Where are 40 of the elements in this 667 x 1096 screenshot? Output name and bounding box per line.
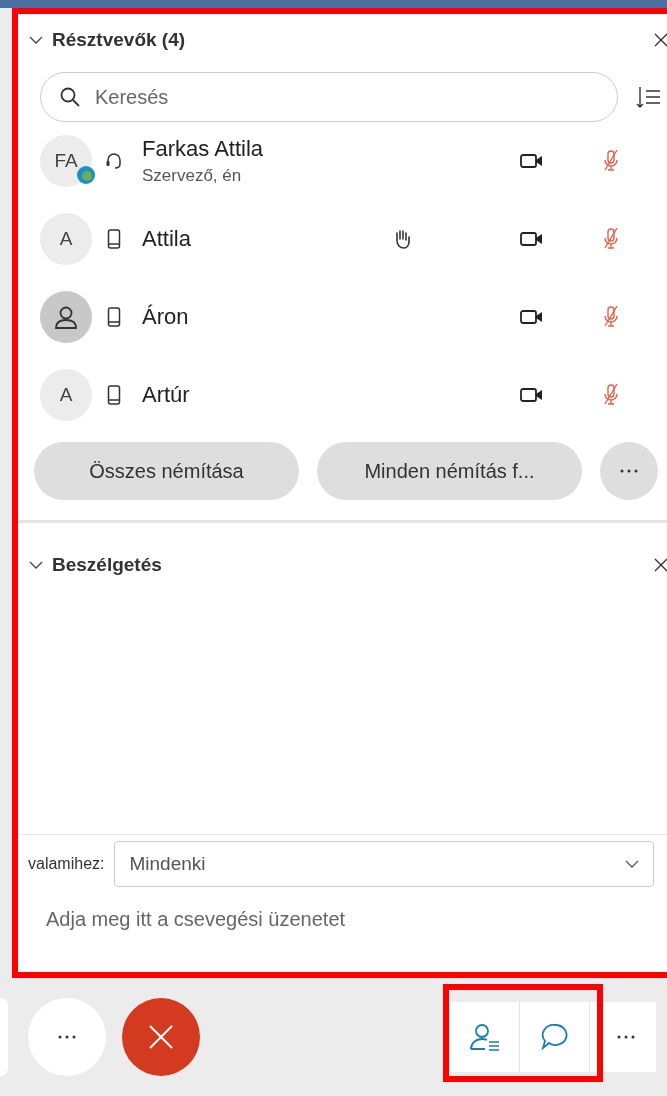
mute-button[interactable]: Összes némítása [34, 442, 299, 500]
muted-microphone-icon[interactable] [602, 227, 620, 251]
more-icon [616, 1034, 636, 1040]
phone-icon [107, 385, 121, 405]
more-icon [619, 468, 639, 474]
search-field[interactable]: Keresés [40, 72, 618, 122]
video-camera-icon[interactable] [520, 308, 544, 326]
phone-icon [107, 307, 121, 327]
avatar: FA [40, 135, 92, 187]
close-icon[interactable] [653, 32, 667, 48]
avatar: A [40, 369, 92, 421]
panel-title: Beszélgetés [52, 554, 163, 576]
person-list-icon [468, 1022, 501, 1052]
video-camera-icon[interactable] [520, 386, 544, 404]
participants-button[interactable] [450, 1002, 520, 1072]
video-camera-icon[interactable] [520, 230, 544, 248]
participant-name: Attila [142, 226, 192, 252]
close-icon[interactable] [653, 557, 667, 573]
close-icon [148, 1024, 174, 1050]
muted-microphone-icon[interactable] [602, 383, 620, 407]
person-icon [53, 304, 79, 330]
avatar: A [40, 213, 92, 265]
recipient-label: valamihez: [28, 855, 105, 873]
search-icon [60, 87, 80, 107]
video-camera-icon[interactable] [520, 152, 544, 170]
recipient-dropdown[interactable]: Mindenki [114, 841, 655, 887]
panel-title: Résztvevők (4) [52, 29, 187, 51]
participant-role: Szervező, én [142, 166, 243, 186]
phone-icon [107, 229, 121, 249]
caret-icon [625, 859, 640, 869]
muted-microphone-icon[interactable] [602, 305, 620, 329]
headset-icon [105, 151, 123, 171]
muted-microphone-icon[interactable] [602, 149, 620, 173]
sort-icon[interactable] [636, 85, 660, 109]
participant-name: Artúr [142, 382, 191, 408]
more-icon [57, 1034, 77, 1040]
participant-name: Farkas Attila [142, 136, 265, 162]
speech-bubble-icon [539, 1022, 570, 1052]
mute-button[interactable]: Minden némítás f... [317, 442, 582, 500]
participant-name: Áron [142, 304, 190, 330]
